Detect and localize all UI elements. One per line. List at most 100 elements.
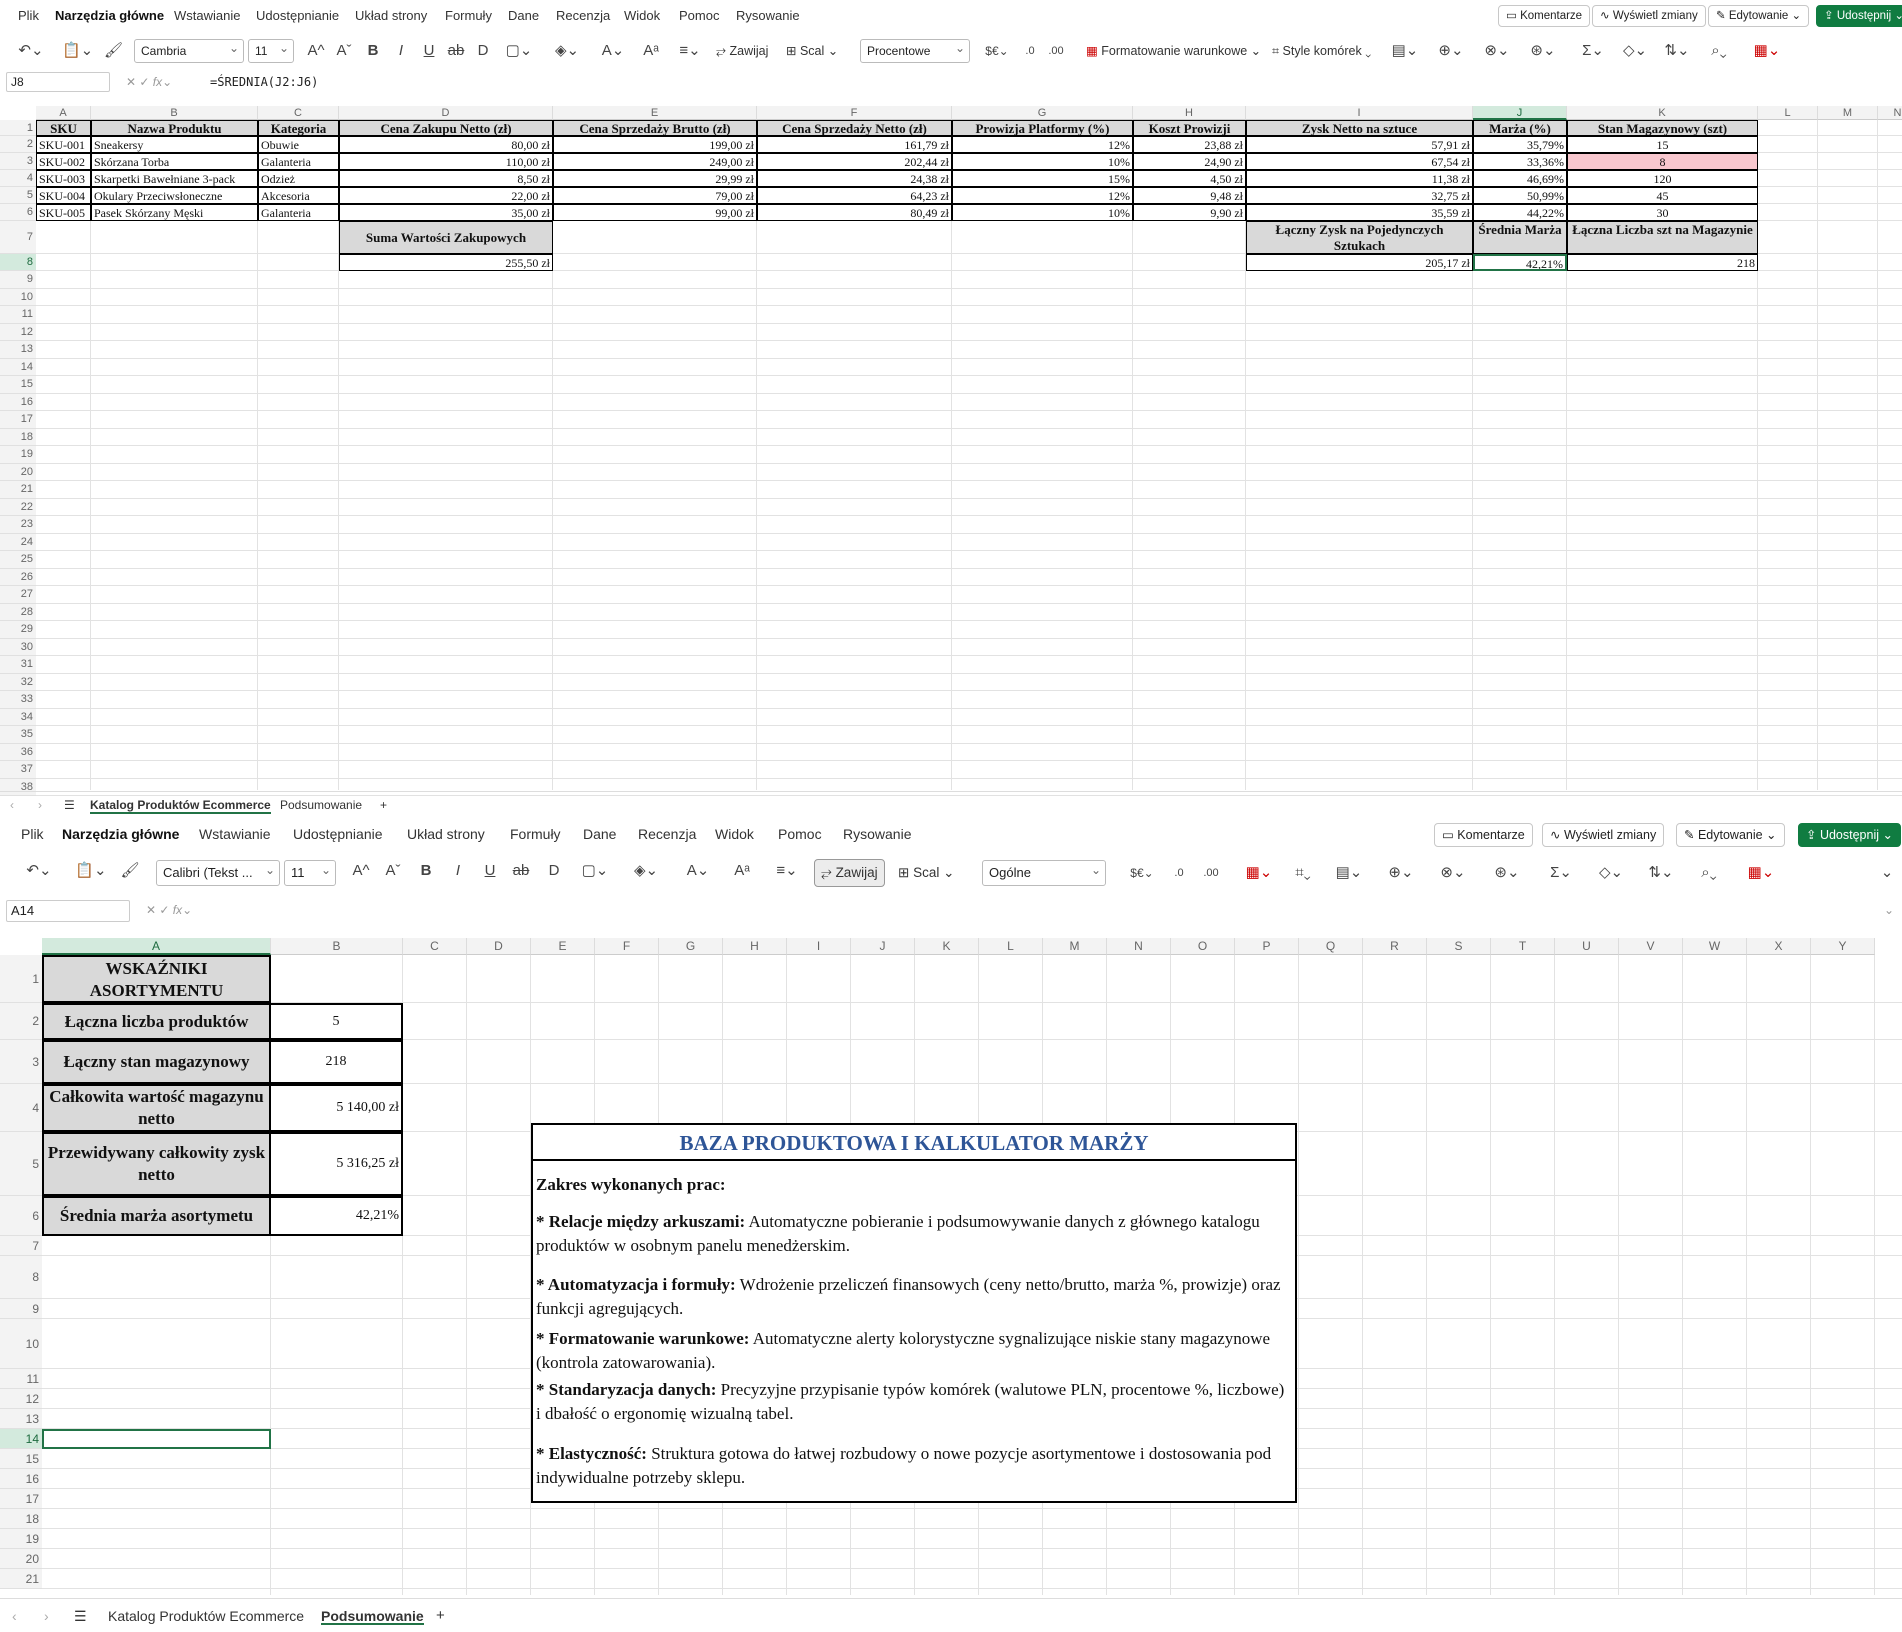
underline-icon-2[interactable]: U [480,854,500,888]
all-sheets-icon[interactable]: ☰ [64,796,75,814]
row-header-18[interactable]: 18 [0,1509,42,1529]
name-box[interactable]: J8 [6,72,110,92]
editing-button[interactable]: ✎ Edytowanie ⌄ [1708,5,1810,27]
decrease-decimal-icon-2[interactable]: .00 [1200,854,1222,888]
row-header-24[interactable]: 24 [0,533,36,551]
undo-icon[interactable]: ↶⌄ [16,34,46,68]
align-icon[interactable]: ≡⌄ [674,34,706,68]
row-header-28[interactable]: 28 [0,603,36,621]
italic-icon[interactable]: I [392,34,410,68]
format-cells-icon-2[interactable]: ⊛⌄ [1490,854,1524,888]
strikethrough-icon-2[interactable]: ab [510,854,532,888]
increase-font-icon-2[interactable]: A^ [350,854,372,888]
row-header-14[interactable]: 14 [0,358,36,376]
formula-expand-icon[interactable]: ⌄ [1884,900,1894,920]
menu-help-2[interactable]: Pomoc [778,818,822,850]
row-header-6[interactable]: 6 [0,1196,42,1236]
bold-icon-2[interactable]: B [416,854,436,888]
font-size-select-2[interactable]: 11 [284,860,336,886]
merge-button-2[interactable]: ⊞ Scal ⌄ [898,854,954,892]
column-header-l[interactable]: L [979,938,1043,955]
row-header-29[interactable]: 29 [0,621,36,639]
menu-home[interactable]: Narzędzia główne [55,0,164,32]
row-header-17[interactable]: 17 [0,1489,42,1509]
column-header-p[interactable]: P [1235,938,1299,955]
find-icon[interactable]: ⌕⌄ [1704,34,1734,68]
fill-color-icon-2[interactable]: ◈⌄ [628,854,664,888]
row-header-30[interactable]: 30 [0,638,36,656]
autosum-icon[interactable]: Σ⌄ [1578,34,1608,68]
delete-cells-icon[interactable]: ⊗⌄ [1482,34,1512,68]
tab-nav-prev-icon[interactable]: ‹ [10,796,14,814]
column-header-i[interactable]: I [1246,106,1473,120]
row-header-2[interactable]: 2 [0,136,36,153]
double-underline-icon-2[interactable]: D [544,854,564,888]
column-header-h[interactable]: H [1133,106,1246,120]
column-header-a[interactable]: A [36,106,91,120]
number-format-select-2[interactable]: Ogólne [982,860,1106,886]
row-header-6[interactable]: 6 [0,204,36,221]
underline-icon[interactable]: U [420,34,438,68]
column-header-d[interactable]: D [339,106,553,120]
menu-formulas-2[interactable]: Formuły [510,818,561,850]
ribbon-collapse-icon[interactable]: ⌄ [1878,854,1896,888]
menu-data-2[interactable]: Dane [583,818,616,850]
row-header-9[interactable]: 9 [0,1299,42,1319]
menu-insert[interactable]: Wstawianie [174,0,240,32]
font-family-select-2[interactable]: Calibri (Tekst ... [156,860,280,886]
font-color-icon-2[interactable]: A⌄ [680,854,716,888]
text-effects-icon-2[interactable]: Aᵃ [730,854,754,888]
font-color-icon[interactable]: A⌄ [596,34,630,68]
column-header-y[interactable]: Y [1811,938,1875,955]
menu-help[interactable]: Pomoc [679,0,719,32]
row-header-1[interactable]: 1 [0,120,36,136]
column-header-f[interactable]: F [757,106,952,120]
row-header-12[interactable]: 12 [0,1389,42,1409]
menu-formulas[interactable]: Formuły [445,0,492,32]
column-header-b[interactable]: B [91,106,258,120]
currency-icon[interactable]: $€⌄ [980,34,1014,68]
tab-nav-next-icon[interactable]: › [38,796,42,814]
row-header-10[interactable]: 10 [0,1319,42,1369]
column-header-v[interactable]: V [1619,938,1683,955]
menu-insert-2[interactable]: Wstawianie [199,818,271,850]
row-header-4[interactable]: 4 [0,170,36,187]
insert-cells-icon[interactable]: ⊕⌄ [1436,34,1466,68]
conditional-format-icon-2[interactable]: ▦⌄ [1242,854,1276,888]
row-header-21[interactable]: 21 [0,1569,42,1589]
fill-color-icon[interactable]: ◈⌄ [550,34,584,68]
row-header-31[interactable]: 31 [0,656,36,674]
row-header-23[interactable]: 23 [0,516,36,534]
column-header-e[interactable]: E [553,106,757,120]
tab-nav-prev-icon-2[interactable]: ‹ [12,1607,17,1625]
delete-cells-icon-2[interactable]: ⊗⌄ [1436,854,1470,888]
sort-filter-icon-2[interactable]: ⇅⌄ [1644,854,1678,888]
all-sheets-icon-2[interactable]: ☰ [74,1607,87,1625]
menu-file[interactable]: Plik [18,0,39,32]
menu-draw-2[interactable]: Rysowanie [843,818,911,850]
menu-share[interactable]: Udostępnianie [256,0,339,32]
row-header-17[interactable]: 17 [0,411,36,429]
sheet-grid-2[interactable]: ABCDEFGHIJKLMNOPQRSTUVWXY 1 2 3 4 5 6 7 8 9 10 11 1… [0,938,1902,1595]
row-header-3[interactable]: 3 [0,1040,42,1084]
menu-home-2[interactable]: Narzędzia główne [62,818,179,850]
share-button[interactable]: ⇪ Udostępnij ⌄ [1816,5,1902,27]
format-painter-icon[interactable]: 🖌 [104,34,123,68]
column-header-l[interactable]: L [1758,106,1818,120]
autosum-icon-2[interactable]: Σ⌄ [1544,854,1578,888]
menu-review-2[interactable]: Recenzja [638,818,696,850]
row-header-4[interactable]: 4 [0,1084,42,1132]
show-changes-button[interactable]: ∿ Wyświetl zmiany [1592,5,1706,27]
row-header-11[interactable]: 11 [0,1369,42,1389]
comments-button[interactable]: ▭ Komentarze [1498,5,1591,27]
wrap-text-button[interactable]: ⥂ Zawijaj [716,34,768,68]
column-header-m[interactable]: M [1043,938,1107,955]
row-header-3[interactable]: 3 [0,153,36,170]
column-header-n[interactable]: N [1107,938,1171,955]
formula-input[interactable]: =ŚREDNIA(J2:J6) [210,72,318,92]
row-header-12[interactable]: 12 [0,323,36,341]
paste-icon-2[interactable]: 📋⌄ [74,854,108,888]
addins-icon[interactable]: ▦⌄ [1752,34,1782,68]
row-header-5[interactable]: 5 [0,1132,42,1196]
column-header-i[interactable]: I [787,938,851,955]
